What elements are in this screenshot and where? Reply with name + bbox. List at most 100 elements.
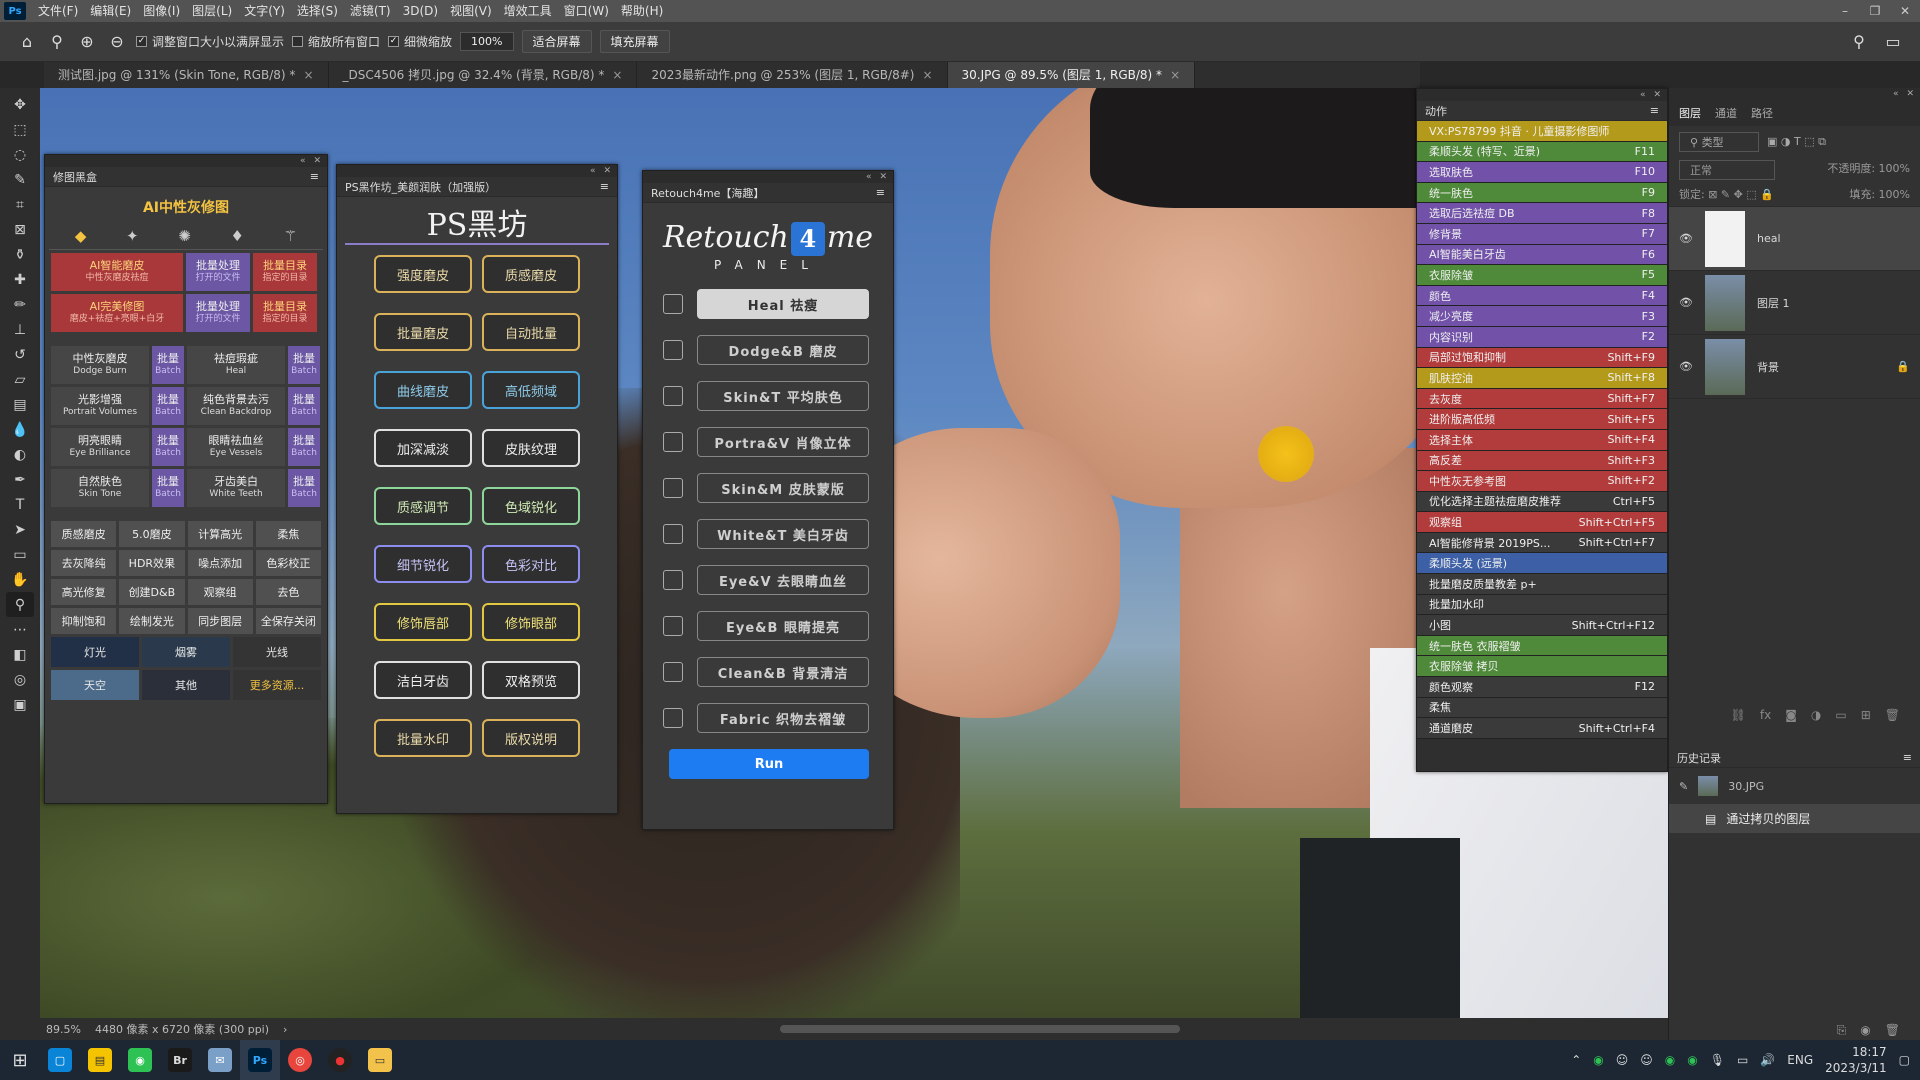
sky-tile[interactable]: 天空 <box>51 670 139 700</box>
eyedropper-icon[interactable]: ⚱ <box>6 242 34 267</box>
batch-button[interactable]: 批量 Batch <box>152 428 184 466</box>
menu-icon[interactable]: ≡ <box>600 180 609 193</box>
menu-image[interactable]: 图像(I) <box>137 0 186 22</box>
draw-glow-button[interactable]: 绘制发光 <box>119 608 185 634</box>
clean-backdrop-checkbox[interactable] <box>663 662 683 682</box>
strong-skin-button[interactable]: 强度磨皮 <box>374 255 472 293</box>
desaturate-button[interactable]: 去色 <box>255 579 321 605</box>
highlight-fix-button[interactable]: 高光修复 <box>51 579 117 605</box>
doc-tab[interactable]: 2023最新动作.png @ 253% (图层 1, RGB/8#) × <box>637 62 948 88</box>
sparkle-icon[interactable]: ✦ <box>126 227 139 245</box>
texture-adjust-button[interactable]: 质感调节 <box>374 487 472 525</box>
action-item[interactable]: 柔焦 <box>1417 697 1667 719</box>
action-item[interactable]: 减少亮度 F3 <box>1417 306 1667 327</box>
menu-file[interactable]: 文件(F) <box>32 0 84 22</box>
action-item[interactable]: 去灰度 Shift+F7 <box>1417 388 1667 410</box>
zoom-tool-icon[interactable]: ⚲ <box>6 592 34 617</box>
menu-plugins[interactable]: 增效工具 <box>498 0 558 22</box>
eye-brilliance-button[interactable]: 明亮眼睛 Eye Brilliance <box>51 428 149 466</box>
bridge-icon[interactable]: Br <box>160 1040 200 1080</box>
color-correct-button[interactable]: 色彩校正 <box>255 550 321 576</box>
layer-row[interactable]: 👁 图层 1 <box>1669 271 1920 335</box>
drop-icon[interactable]: ♦ <box>231 227 244 245</box>
action-item[interactable]: 颜色 F4 <box>1417 285 1667 307</box>
blend-mode-select[interactable]: 正常 <box>1679 160 1775 180</box>
hand-tool-icon[interactable]: ✋ <box>6 567 34 592</box>
doc-tab[interactable]: 测试图.jpg @ 131% (Skin Tone, RGB/8) * × <box>44 62 329 88</box>
texture-skin-button[interactable]: 质感磨皮 <box>51 521 117 547</box>
notes-icon[interactable]: ▤ <box>80 1040 120 1080</box>
eraser-icon[interactable]: ▱ <box>6 367 34 392</box>
lasso-tool-icon[interactable]: ◌ <box>6 142 34 167</box>
new-doc-icon[interactable]: ⎘ <box>1837 1023 1847 1038</box>
action-item[interactable]: 肌肤控油 Shift+F8 <box>1417 368 1667 389</box>
batch-open-button[interactable]: 批量处理 打开的文件 <box>186 294 250 332</box>
filter-icons[interactable]: ▣ ◑ T ⬚ ⧉ <box>1767 135 1826 149</box>
light-tile[interactable]: 灯光 <box>51 637 139 667</box>
skin-50-button[interactable]: 5.0磨皮 <box>119 521 185 547</box>
diamond-icon[interactable]: ◆ <box>75 227 87 245</box>
sync-layers-button[interactable]: 同步图层 <box>187 608 253 634</box>
mail-icon[interactable]: ✉ <box>200 1040 240 1080</box>
other-tile[interactable]: 其他 <box>142 670 230 700</box>
menu-layer[interactable]: 图层(L) <box>186 0 238 22</box>
skin-texture-button[interactable]: 皮肤纹理 <box>482 429 580 467</box>
gamut-sharpen-button[interactable]: 色域锐化 <box>482 487 580 525</box>
close-icon[interactable]: ✕ <box>313 155 321 167</box>
action-item[interactable]: 观察组 Shift+Ctrl+F5 <box>1417 512 1667 533</box>
clock[interactable]: 18:17 2023/3/11 <box>1825 1044 1887 1076</box>
heal-button[interactable]: Heal 祛瘦 <box>697 289 869 319</box>
action-item[interactable]: 内容识别 F2 <box>1417 326 1667 348</box>
batch-button[interactable]: 批量 Batch <box>288 346 320 384</box>
gradient-icon[interactable]: ▤ <box>6 392 34 417</box>
zoom-in-icon[interactable]: ⊕ <box>76 31 98 53</box>
texture-skin-button[interactable]: 质感磨皮 <box>482 255 580 293</box>
add-noise-button[interactable]: 噪点添加 <box>187 550 253 576</box>
crop-tool-icon[interactable]: ⌗ <box>6 192 34 217</box>
observe-group-button[interactable]: 观察组 <box>187 579 253 605</box>
recorder-icon[interactable]: ● <box>320 1040 360 1080</box>
healing-brush-icon[interactable]: ✚ <box>6 267 34 292</box>
close-icon[interactable]: × <box>1170 68 1180 82</box>
close-icon[interactable]: ✕ <box>1890 0 1920 22</box>
notification-icon[interactable]: ▢ <box>1899 1053 1910 1067</box>
close-icon[interactable]: ✕ <box>603 165 611 177</box>
more-tools-icon[interactable]: ⋯ <box>6 617 34 642</box>
folder-icon[interactable]: ▭ <box>360 1040 400 1080</box>
create-db-button[interactable]: 创建D&B <box>119 579 185 605</box>
ai-perfect-retouch-button[interactable]: AI完美修图 磨皮+祛痘+亮眼+白牙 <box>51 294 183 332</box>
move-tool-icon[interactable]: ✥ <box>6 92 34 117</box>
whiten-teeth-button[interactable]: 洁白牙齿 <box>374 661 472 699</box>
batch-button[interactable]: 批量 Batch <box>152 387 184 425</box>
doc-tab[interactable]: _DSC4506 拷贝.jpg @ 32.4% (背景, RGB/8) * × <box>329 62 638 88</box>
skin-tone-button[interactable]: 自然肤色 Skin Tone <box>51 469 149 507</box>
batch-skin-button[interactable]: 批量磨皮 <box>374 313 472 351</box>
layer-row[interactable]: 👁 背景 🔒 <box>1669 335 1920 399</box>
zoom-level[interactable]: 89.5% <box>46 1023 81 1036</box>
skin-mask-button[interactable]: Skin&M 皮肤蒙版 <box>697 473 869 503</box>
action-item[interactable]: 选取肤色 F10 <box>1417 162 1667 183</box>
trash-icon[interactable]: 🗑 <box>1885 1023 1900 1038</box>
pen-tool-icon[interactable]: ✒ <box>6 467 34 492</box>
collapse-icon[interactable]: « <box>866 171 872 183</box>
history-snapshot[interactable]: ✎ 30.JPG <box>1669 768 1920 804</box>
path-select-icon[interactable]: ➤ <box>6 517 34 542</box>
batch-dir-button[interactable]: 批量目录 指定的目录 <box>253 253 317 291</box>
menu-filter[interactable]: 滤镜(T) <box>344 0 397 22</box>
action-item[interactable]: 批量加水印 <box>1417 594 1667 616</box>
action-item[interactable]: AI智能修背景 2019PS... Shift+Ctrl+F7 <box>1417 532 1667 554</box>
doc-info[interactable]: 4480 像素 x 6720 像素 (300 ppi) <box>95 1021 269 1037</box>
heal-checkbox[interactable] <box>663 294 683 314</box>
brush-tool-icon[interactable]: ✏ <box>6 292 34 317</box>
wechat-tray-icon[interactable]: ◉ <box>1665 1053 1675 1067</box>
heal-button[interactable]: 祛痘瑕疵 Heal <box>187 346 285 384</box>
eye-vessels-button[interactable]: 眼睛祛血丝 Eye Vessels <box>187 428 285 466</box>
restore-icon[interactable]: ❐ <box>1860 0 1890 22</box>
menu-type[interactable]: 文字(Y) <box>238 0 291 22</box>
eye-brilliance-checkbox[interactable] <box>663 616 683 636</box>
close-icon[interactable]: × <box>303 68 313 82</box>
chrome-icon[interactable]: ◎ <box>280 1040 320 1080</box>
collapse-icon[interactable]: « <box>1893 88 1899 100</box>
action-item[interactable]: 进阶版高低频 Shift+F5 <box>1417 409 1667 430</box>
photoshop-icon[interactable]: Ps <box>240 1040 280 1080</box>
